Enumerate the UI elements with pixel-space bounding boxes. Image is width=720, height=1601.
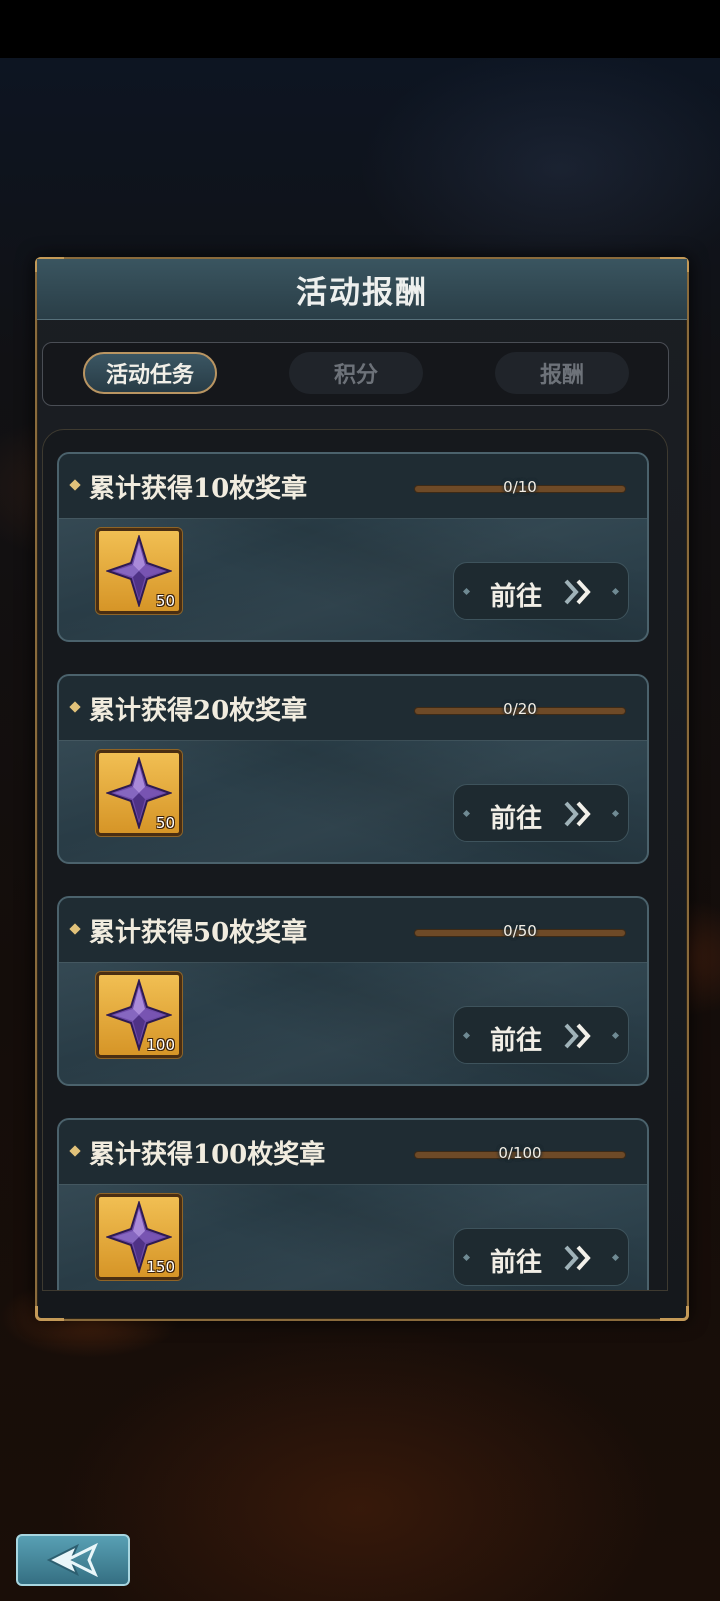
go-button-label: 前往	[490, 1026, 543, 1056]
reward-count: 150	[146, 1258, 175, 1276]
back-arrow-icon	[46, 1543, 98, 1577]
tab-bar: 活动任务 积分 报酬	[42, 342, 669, 406]
go-button[interactable]: 前往	[453, 562, 629, 620]
progress-text: 0/10	[503, 478, 537, 496]
double-chevron-right-icon	[564, 801, 591, 827]
tab-points[interactable]: 积分	[289, 352, 423, 394]
go-button[interactable]: 前往	[453, 784, 629, 842]
tab-activity-tasks[interactable]: 活动任务	[83, 352, 217, 394]
task-card: 累计获得20枚奖章 0/20 50 前往	[57, 674, 649, 864]
task-title: 累计获得10枚奖章	[89, 474, 308, 504]
panel-corner-ornament	[660, 1306, 689, 1321]
task-title: 累计获得50枚奖章	[89, 918, 308, 948]
double-chevron-right-icon	[564, 579, 591, 605]
activity-rewards-panel: 活动报酬 活动任务 积分 报酬 累计获得10枚奖章 0/10 50 前往 累计获…	[35, 257, 689, 1321]
go-button-label: 前往	[490, 804, 543, 834]
tab-rewards[interactable]: 报酬	[495, 352, 629, 394]
go-button[interactable]: 前往	[453, 1228, 629, 1286]
go-button-label: 前往	[490, 1248, 543, 1278]
task-card: 累计获得100枚奖章 0/100 150 前往	[57, 1118, 649, 1290]
task-title: 累计获得20枚奖章	[89, 696, 308, 726]
go-button[interactable]: 前往	[453, 1006, 629, 1064]
status-bar-area	[0, 0, 720, 58]
reward-item[interactable]: 50	[96, 750, 182, 836]
panel-header: 活动报酬	[37, 259, 687, 320]
reward-count: 100	[146, 1036, 175, 1054]
task-title: 累计获得100枚奖章	[89, 1140, 326, 1170]
reward-count: 50	[155, 592, 175, 610]
back-button[interactable]	[16, 1534, 130, 1586]
progress-text: 0/50	[503, 922, 537, 940]
double-chevron-right-icon	[564, 1023, 591, 1049]
task-card: 累计获得50枚奖章 0/50 100 前往	[57, 896, 649, 1086]
progress-text: 0/100	[498, 1144, 542, 1162]
task-card: 累计获得10枚奖章 0/10 50 前往	[57, 452, 649, 642]
panel-corner-ornament	[35, 1306, 64, 1321]
task-list[interactable]: 累计获得10枚奖章 0/10 50 前往 累计获得20枚奖章 0/20 50 前…	[42, 429, 668, 1291]
progress-text: 0/20	[503, 700, 537, 718]
reward-item[interactable]: 150	[96, 1194, 182, 1280]
reward-item[interactable]: 100	[96, 972, 182, 1058]
reward-count: 50	[155, 814, 175, 832]
double-chevron-right-icon	[564, 1245, 591, 1271]
go-button-label: 前往	[490, 582, 543, 612]
panel-title: 活动报酬	[296, 274, 428, 311]
reward-item[interactable]: 50	[96, 528, 182, 614]
